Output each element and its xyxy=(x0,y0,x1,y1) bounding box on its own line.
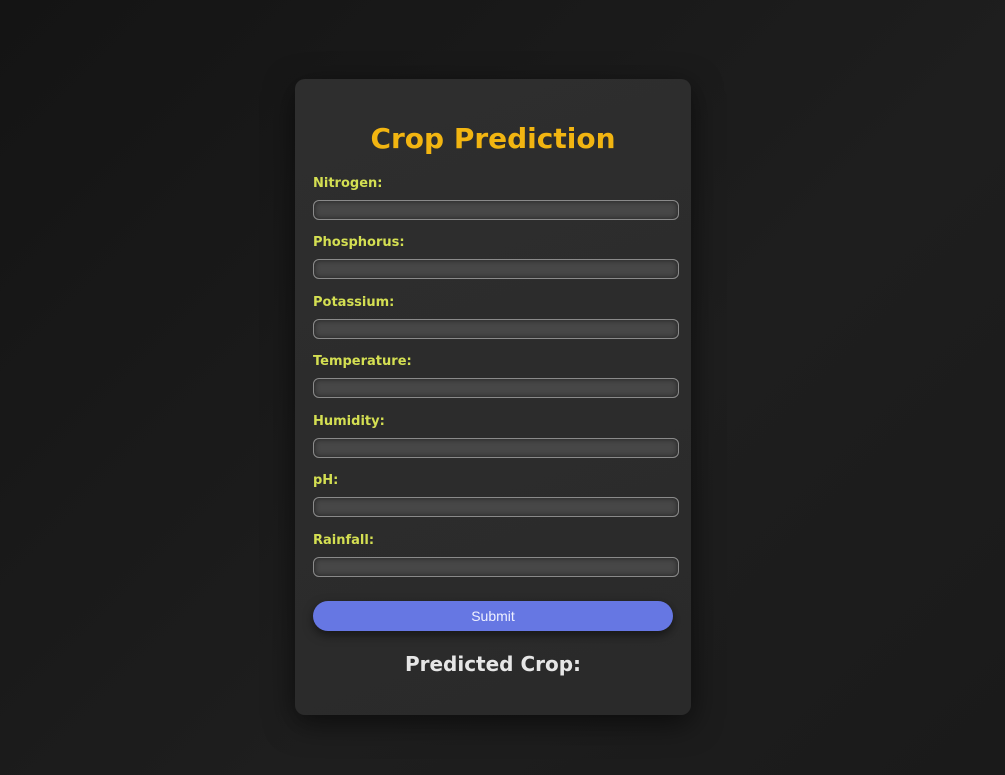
field-ph: pH: xyxy=(313,474,679,517)
field-nitrogen: Nitrogen: xyxy=(313,177,679,220)
field-temperature: Temperature: xyxy=(313,355,679,398)
humidity-input[interactable] xyxy=(313,438,679,458)
potassium-label: Potassium: xyxy=(313,295,395,310)
humidity-label: Humidity: xyxy=(313,414,385,429)
rainfall-input[interactable] xyxy=(313,557,679,577)
field-rainfall: Rainfall: xyxy=(313,534,679,577)
page-title: Crop Prediction xyxy=(370,122,616,155)
field-phosphorus: Phosphorus: xyxy=(313,236,679,279)
nitrogen-input[interactable] xyxy=(313,200,679,220)
predicted-crop-heading: Predicted Crop: xyxy=(404,652,582,676)
potassium-input[interactable] xyxy=(313,319,679,339)
ph-input[interactable] xyxy=(313,497,679,517)
temperature-input[interactable] xyxy=(313,378,679,398)
phosphorus-label: Phosphorus: xyxy=(313,235,405,250)
prediction-card: Crop Prediction Nitrogen: Phosphorus: Po… xyxy=(295,79,691,715)
phosphorus-input[interactable] xyxy=(313,259,679,279)
nitrogen-label: Nitrogen: xyxy=(313,176,383,191)
field-potassium: Potassium: xyxy=(313,296,679,339)
temperature-label: Temperature: xyxy=(313,354,412,369)
submit-button[interactable]: Submit xyxy=(313,601,673,631)
field-humidity: Humidity: xyxy=(313,415,679,458)
ph-label: pH: xyxy=(313,473,339,488)
rainfall-label: Rainfall: xyxy=(313,533,375,548)
